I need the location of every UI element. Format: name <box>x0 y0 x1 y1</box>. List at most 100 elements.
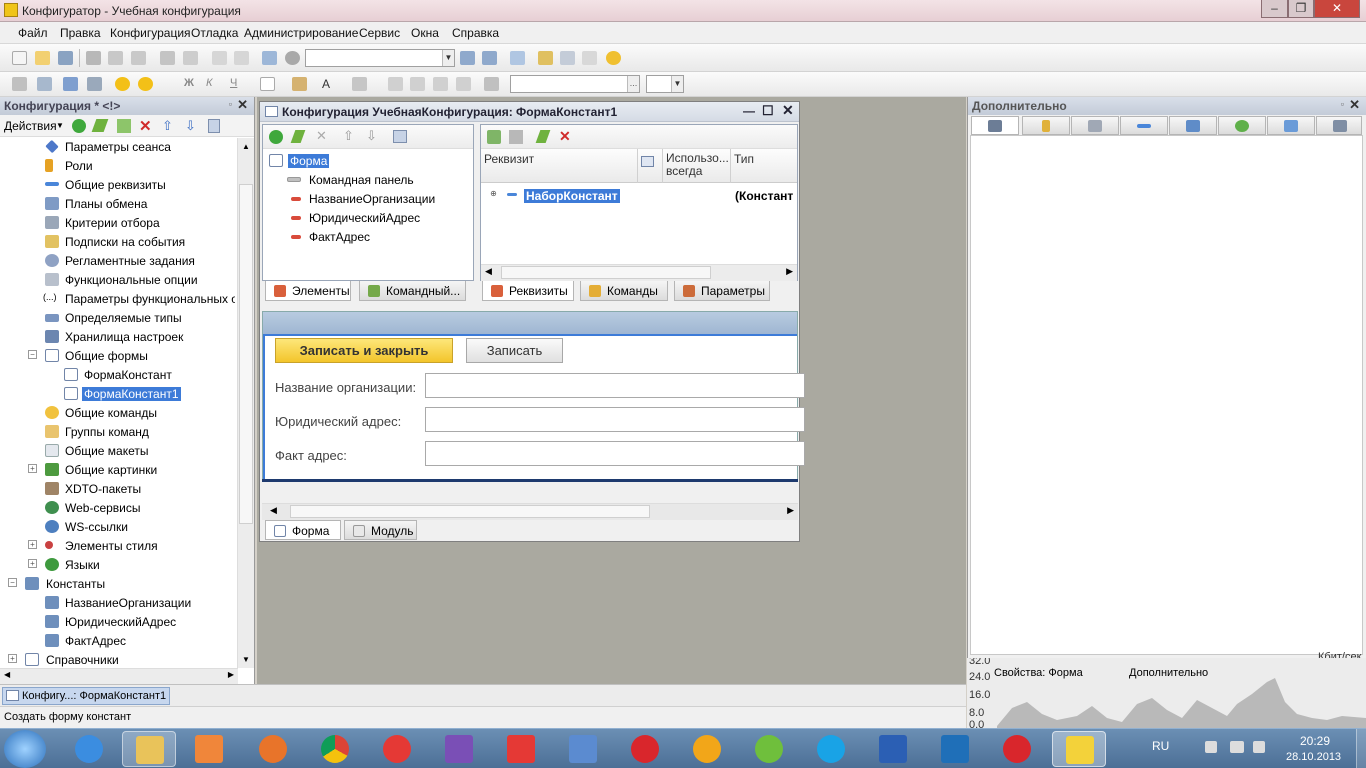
menu-help[interactable]: Справка <box>452 26 499 40</box>
tab-elements[interactable]: Элементы <box>265 281 351 301</box>
run-debug-icon[interactable] <box>138 77 153 91</box>
tab-objects[interactable] <box>1022 116 1070 135</box>
close-panel-icon[interactable]: ✕ <box>237 97 248 113</box>
pin-icon[interactable]: ▫ <box>1341 99 1344 109</box>
move-up-icon[interactable]: ⇧ <box>343 128 354 144</box>
run-icon[interactable] <box>115 77 130 91</box>
yandex-browser-app[interactable] <box>370 731 424 767</box>
align-center-icon[interactable] <box>410 77 425 91</box>
database-icon[interactable] <box>63 77 78 91</box>
close-button[interactable]: ✕ <box>1314 0 1360 18</box>
format-icon[interactable] <box>484 77 499 91</box>
word-app[interactable] <box>866 731 920 767</box>
icq-app[interactable] <box>742 731 796 767</box>
close-panel-icon[interactable]: ✕ <box>1349 97 1360 113</box>
menu-service[interactable]: Сервис <box>359 26 400 40</box>
tab-parameters[interactable]: Параметры <box>674 281 770 301</box>
scroll-up-icon[interactable]: ▲ <box>238 138 254 155</box>
properties-tab-overlay[interactable]: Свойства: Форма <box>994 667 1083 679</box>
col-always-use[interactable]: Использо... всегда <box>663 149 731 183</box>
menu-administration[interactable]: Администрирование <box>244 26 358 40</box>
tree-hscrollbar[interactable]: ◀ ▶ <box>0 668 238 685</box>
skype-app[interactable] <box>804 731 858 767</box>
tool2-icon[interactable] <box>37 77 52 91</box>
windows-icon[interactable] <box>510 51 525 65</box>
firefox-app[interactable] <box>246 731 300 767</box>
edit-icon[interactable] <box>91 119 109 132</box>
ie-app[interactable] <box>62 731 116 767</box>
cut-icon[interactable] <box>86 51 101 65</box>
find-in-tree-icon[interactable] <box>262 51 277 65</box>
undo-icon[interactable] <box>212 51 227 65</box>
search-icon[interactable] <box>285 51 300 65</box>
new-icon[interactable] <box>12 51 27 65</box>
scroll-right-icon[interactable]: ▶ <box>786 266 793 277</box>
tab-attribute[interactable] <box>1120 116 1168 135</box>
edit-icon[interactable] <box>290 130 306 143</box>
print-icon[interactable] <box>160 51 175 65</box>
tree-scrollbar[interactable]: ▲ ▼ <box>237 138 254 668</box>
tab-import[interactable] <box>1267 116 1315 135</box>
preview-hscrollbar[interactable]: ◀ ▶ <box>262 503 798 520</box>
add-icon[interactable] <box>269 130 283 144</box>
redo-icon[interactable] <box>234 51 249 65</box>
border-icon[interactable] <box>260 77 275 91</box>
chevron-down-icon[interactable]: ▼ <box>56 121 64 130</box>
tab-structure[interactable] <box>971 116 1019 135</box>
attribute-row[interactable]: ⊕ НаборКонстант (Констант <box>485 187 795 206</box>
col-attribute[interactable]: Реквизит <box>481 149 638 183</box>
scroll-thumb[interactable] <box>290 505 650 518</box>
network-icon[interactable] <box>1230 741 1244 753</box>
scroll-right-icon[interactable]: ▶ <box>228 670 234 679</box>
menu-configuration[interactable]: Конфигурация <box>110 26 191 40</box>
menu-debug[interactable]: Отладка <box>191 26 238 40</box>
font-color-icon[interactable]: A <box>322 77 337 91</box>
menu-edit[interactable]: Правка <box>60 26 101 40</box>
tab-refresh[interactable] <box>1218 116 1266 135</box>
search-combo[interactable]: ▼ <box>305 49 455 67</box>
show-desktop-button[interactable] <box>1356 729 1366 768</box>
highlight-icon[interactable] <box>352 77 367 91</box>
bold-icon[interactable]: Ж <box>184 77 199 91</box>
copy-icon[interactable] <box>108 51 123 65</box>
find-prev-icon[interactable] <box>482 51 497 65</box>
legal-address-field[interactable] <box>425 407 805 432</box>
org-name-field[interactable] <box>425 373 805 398</box>
window-tab[interactable]: Конфигу...: ФормаКонстант1 <box>2 687 170 705</box>
align-right-icon[interactable] <box>433 77 448 91</box>
italic-icon[interactable]: К <box>206 77 221 91</box>
tab-settings[interactable] <box>1316 116 1362 135</box>
language-indicator[interactable]: RU <box>1152 739 1169 753</box>
opera2-app[interactable] <box>990 731 1044 767</box>
tool-icon[interactable] <box>12 77 27 91</box>
find-next-icon[interactable] <box>460 51 475 65</box>
delete-icon[interactable]: ✕ <box>316 128 327 144</box>
copy-attribute-icon[interactable] <box>509 130 523 144</box>
save-icon[interactable] <box>58 51 73 65</box>
tab-module[interactable]: Модуль <box>344 520 417 540</box>
clock-time[interactable]: 20:29 <box>1300 734 1330 748</box>
additional-tab-overlay[interactable]: Дополнительно <box>1129 667 1208 679</box>
col-icon[interactable] <box>638 149 663 183</box>
actions-menu[interactable]: Действия <box>4 119 57 133</box>
menu-file[interactable]: Файл <box>18 26 48 40</box>
attributes-hscrollbar[interactable]: ◀ ▶ <box>481 264 797 281</box>
tab-command-interface[interactable]: Командный... <box>359 281 466 301</box>
tab-list[interactable] <box>1071 116 1119 135</box>
delete-icon[interactable]: ✕ <box>139 117 152 135</box>
clock-date[interactable]: 28.10.2013 <box>1286 751 1341 763</box>
delete-icon[interactable]: ✕ <box>559 128 571 145</box>
scroll-thumb[interactable] <box>501 266 711 279</box>
minimize-button[interactable]: – <box>1261 0 1288 18</box>
font-combo[interactable]: … <box>510 75 640 93</box>
help-doc-icon[interactable] <box>582 51 597 65</box>
media-app[interactable] <box>182 731 236 767</box>
add-attribute-icon[interactable] <box>487 130 501 144</box>
edit-icon[interactable] <box>535 130 551 143</box>
tab-commands[interactable]: Команды <box>580 281 668 301</box>
pin-icon[interactable]: ▫ <box>229 99 232 109</box>
tab-attributes[interactable]: Реквизиты <box>482 281 574 301</box>
align-justify-icon[interactable] <box>456 77 471 91</box>
scroll-left-icon[interactable]: ◀ <box>4 670 10 679</box>
underline-icon[interactable]: Ч <box>230 77 245 91</box>
